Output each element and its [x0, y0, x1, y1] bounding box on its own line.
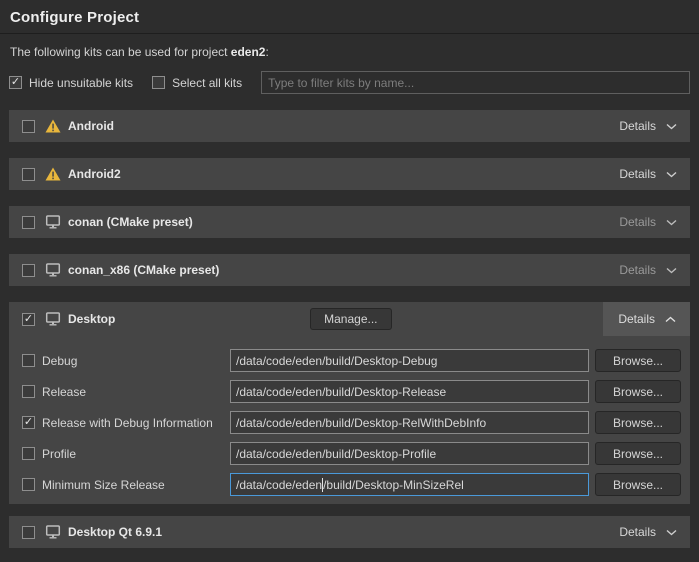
- config-checkbox[interactable]: [22, 385, 35, 398]
- kit-row-desktop[interactable]: Desktop Manage... Details: [9, 302, 690, 336]
- kit-name: Android: [68, 119, 114, 133]
- kit-name: conan (CMake preset): [68, 215, 193, 229]
- chevron-up-icon: [665, 316, 676, 323]
- details-toggle[interactable]: Details: [619, 525, 677, 539]
- config-label: Release: [42, 385, 230, 399]
- chevron-down-icon: [666, 219, 677, 226]
- kit-name: Desktop: [68, 312, 115, 326]
- config-label: Debug: [42, 354, 230, 368]
- hide-unsuitable-label: Hide unsuitable kits: [29, 76, 133, 90]
- kit-row-conan-x86[interactable]: conan_x86 (CMake preset) Details: [9, 254, 690, 286]
- config-label: Minimum Size Release: [42, 478, 230, 492]
- select-all-kits-option[interactable]: Select all kits: [152, 76, 242, 90]
- desktop-icon: [44, 525, 61, 539]
- build-dir-input[interactable]: [230, 442, 589, 465]
- kit-row-conan[interactable]: conan (CMake preset) Details: [9, 206, 690, 238]
- config-checkbox[interactable]: [22, 447, 35, 460]
- kit-name: Android2: [68, 167, 121, 181]
- build-dir-input[interactable]: [230, 380, 589, 403]
- kit-filter-input[interactable]: [261, 71, 690, 94]
- warning-icon: [44, 167, 61, 181]
- build-dir-input[interactable]: [230, 411, 589, 434]
- browse-button[interactable]: Browse...: [595, 349, 681, 372]
- kit-name: Desktop Qt 6.9.1: [68, 525, 162, 539]
- browse-button[interactable]: Browse...: [595, 380, 681, 403]
- kit-checkbox[interactable]: [22, 120, 35, 133]
- kit-checkbox[interactable]: [22, 526, 35, 539]
- intro-text: The following kits can be used for proje…: [10, 45, 689, 59]
- kit-checkbox[interactable]: [22, 313, 35, 326]
- kit-row-desktop-qt[interactable]: Desktop Qt 6.9.1 Details: [9, 516, 690, 548]
- build-dir-input-focused[interactable]: /data/code/eden/build/Desktop-MinSizeRel: [230, 473, 589, 496]
- details-toggle-expanded[interactable]: Details: [603, 302, 690, 336]
- kit-row-android[interactable]: Android Details: [9, 110, 690, 142]
- config-label: Profile: [42, 447, 230, 461]
- details-toggle[interactable]: Details: [619, 215, 677, 229]
- desktop-icon: [44, 312, 61, 326]
- kit-name: conan_x86 (CMake preset): [68, 263, 219, 277]
- build-config-row-profile: Profile Browse...: [22, 442, 681, 465]
- browse-button[interactable]: Browse...: [595, 411, 681, 434]
- config-checkbox[interactable]: [22, 478, 35, 491]
- filter-bar: Hide unsuitable kits Select all kits: [9, 71, 690, 94]
- kit-checkbox[interactable]: [22, 264, 35, 277]
- chevron-down-icon: [666, 529, 677, 536]
- build-dir-input[interactable]: [230, 349, 589, 372]
- select-all-label: Select all kits: [172, 76, 242, 90]
- kit-section-desktop: Desktop Manage... Details Debug Browse..…: [9, 302, 690, 504]
- browse-button[interactable]: Browse...: [595, 473, 681, 496]
- config-checkbox[interactable]: [22, 416, 35, 429]
- build-config-row-minsizerel: Minimum Size Release /data/code/eden/bui…: [22, 473, 681, 496]
- build-config-row-relwithdebinfo: Release with Debug Information Browse...: [22, 411, 681, 434]
- page-title: Configure Project: [10, 9, 689, 26]
- hide-unsuitable-checkbox[interactable]: [9, 76, 22, 89]
- select-all-checkbox[interactable]: [152, 76, 165, 89]
- page-header: Configure Project: [0, 0, 699, 34]
- kit-checkbox[interactable]: [22, 216, 35, 229]
- chevron-down-icon: [666, 123, 677, 130]
- config-checkbox[interactable]: [22, 354, 35, 367]
- build-config-list: Debug Browse... Release Browse... Releas…: [9, 336, 690, 496]
- build-config-row-debug: Debug Browse...: [22, 349, 681, 372]
- config-label: Release with Debug Information: [42, 416, 230, 430]
- configure-project-page: Configure Project The following kits can…: [0, 0, 699, 562]
- details-toggle[interactable]: Details: [619, 263, 677, 277]
- kit-checkbox[interactable]: [22, 168, 35, 181]
- warning-icon: [44, 119, 61, 133]
- kit-row-android2[interactable]: Android2 Details: [9, 158, 690, 190]
- desktop-icon: [44, 263, 61, 277]
- project-name: eden2: [231, 45, 266, 59]
- build-config-row-release: Release Browse...: [22, 380, 681, 403]
- browse-button[interactable]: Browse...: [595, 442, 681, 465]
- chevron-down-icon: [666, 267, 677, 274]
- details-toggle[interactable]: Details: [619, 119, 677, 133]
- hide-unsuitable-kits-option[interactable]: Hide unsuitable kits: [9, 76, 133, 90]
- details-toggle[interactable]: Details: [619, 167, 677, 181]
- manage-button[interactable]: Manage...: [310, 308, 391, 330]
- desktop-icon: [44, 215, 61, 229]
- chevron-down-icon: [666, 171, 677, 178]
